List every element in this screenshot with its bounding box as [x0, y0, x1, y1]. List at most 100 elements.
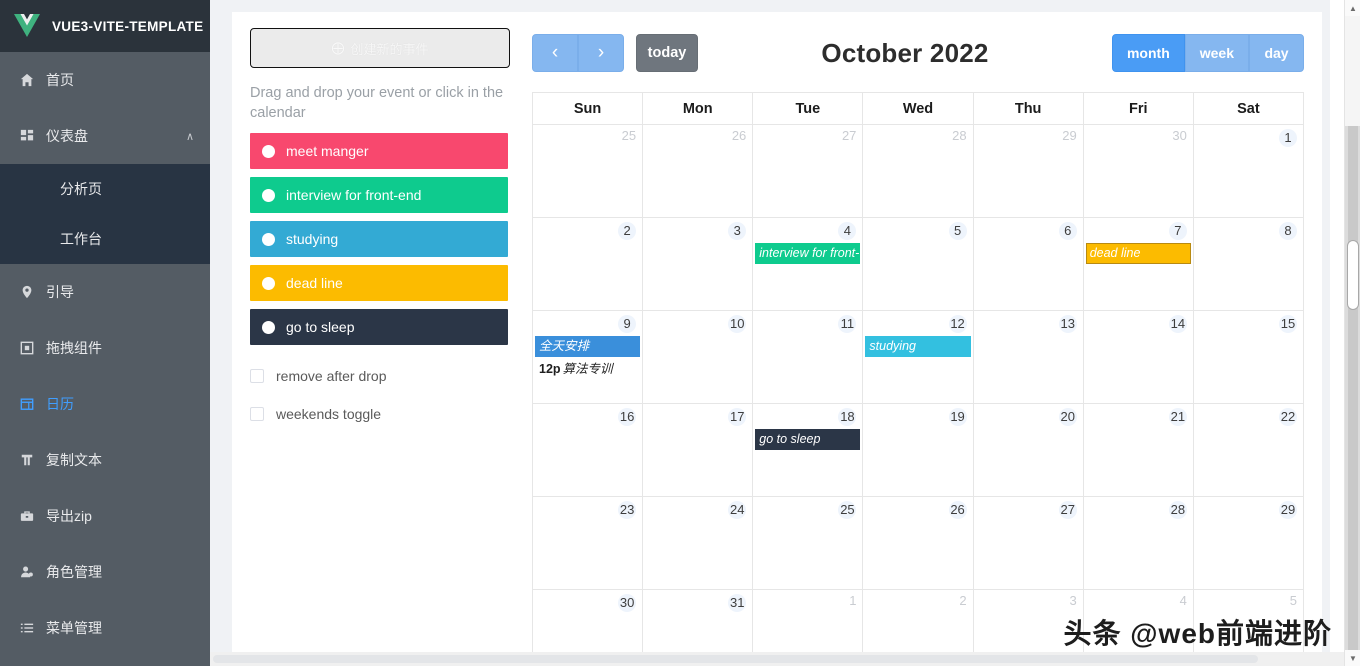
sidebar-item-copy-text[interactable]: 复制文本 [0, 432, 210, 488]
day-cell-today[interactable]: 9 全天安排 12p 算法专训 [531, 310, 644, 404]
view-day-button[interactable]: day [1249, 34, 1304, 72]
day-cell[interactable]: 27 [752, 124, 864, 218]
day-cell[interactable]: 20 [972, 403, 1084, 497]
calendar-event[interactable]: interview for front-end [755, 243, 861, 264]
day-cell[interactable]: 25 [531, 124, 644, 218]
day-cell[interactable]: 4 [1082, 589, 1194, 652]
calendar-event[interactable]: go to sleep [755, 429, 861, 450]
day-cell[interactable]: 16 [531, 403, 644, 497]
sidebar-item-dashboard[interactable]: 仪表盘 ∧ [0, 108, 210, 164]
draggable-event-interview[interactable]: interview for front-end [250, 177, 508, 214]
dashboard-icon [16, 129, 38, 143]
sidebar-item-drag-widget[interactable]: 拖拽组件 [0, 320, 210, 376]
checkbox-weekends-toggle[interactable]: weekends toggle [250, 397, 518, 431]
day-cell[interactable]: 28 [862, 124, 974, 218]
day-cell[interactable]: 2 [531, 217, 644, 311]
day-cell[interactable]: 3 [972, 589, 1084, 652]
page-scrollbar-track[interactable] [1345, 126, 1360, 650]
calendar-week-row: 16 17 18 go to sleep 19 20 21 22 [531, 403, 1305, 497]
content-scrollbar[interactable] [1330, 0, 1344, 666]
day-cell[interactable]: 14 [1082, 310, 1194, 404]
draggable-event-meet-manger[interactable]: meet manger [250, 133, 508, 170]
day-cell[interactable]: 1 [1192, 124, 1305, 218]
calendar-event[interactable]: dead line [1085, 243, 1191, 264]
view-month-button[interactable]: month [1111, 34, 1185, 72]
day-cell[interactable]: 21 [1082, 403, 1194, 497]
day-cell[interactable]: 30 [531, 589, 644, 652]
day-cell[interactable]: 29 [1192, 496, 1305, 590]
day-cell[interactable]: 25 [752, 496, 864, 590]
checkbox-remove-after-drop[interactable]: remove after drop [250, 359, 518, 393]
horizontal-scrollbar[interactable] [210, 652, 1344, 666]
sidebar-item-copy-text-label: 复制文本 [46, 452, 102, 468]
sidebar-item-export-zip[interactable]: 导出zip [0, 488, 210, 544]
prev-month-button[interactable]: ‹ [532, 34, 578, 72]
draggable-event-go-to-sleep[interactable]: go to sleep [250, 309, 508, 346]
checkbox-box-icon[interactable] [250, 407, 264, 422]
day-cell[interactable]: 27 [972, 496, 1084, 590]
day-cell[interactable]: 24 [642, 496, 754, 590]
sidebar-item-workbench-label: 工作台 [60, 231, 102, 247]
day-number: 26 [731, 128, 747, 143]
brand-logo-bar[interactable]: VUE3-VITE-TEMPLATE [0, 0, 210, 52]
calendar-event[interactable]: 全天安排 [535, 336, 641, 357]
calendar-icon [16, 397, 38, 411]
day-cell[interactable]: 26 [862, 496, 974, 590]
create-event-button[interactable]: ⨁ 创建新的事件 [250, 28, 510, 68]
day-cell[interactable]: 23 [531, 496, 644, 590]
sidebar-item-menu-manage-label: 菜单管理 [46, 620, 102, 636]
day-cell[interactable]: 10 [642, 310, 754, 404]
today-button[interactable]: today [636, 34, 698, 72]
checkbox-box-icon[interactable] [250, 369, 264, 384]
page-scrollbar-track-top[interactable] [1345, 16, 1360, 126]
page-scrollbar-thumb[interactable] [1347, 240, 1359, 310]
calendar-week-row: 2 3 4 interview for front-end 5 6 7 dead… [531, 217, 1305, 311]
day-number: 20 [1058, 408, 1077, 426]
day-cell[interactable]: 22 [1192, 403, 1305, 497]
sidebar-item-workbench[interactable]: 工作台 [0, 214, 210, 264]
day-cell[interactable]: 12 studying [862, 310, 974, 404]
day-cell[interactable]: 5 [862, 217, 974, 311]
scroll-up-arrow-icon[interactable]: ▲ [1345, 0, 1360, 16]
sidebar-item-role-manage[interactable]: 角色管理 [0, 544, 210, 600]
view-week-button[interactable]: week [1184, 34, 1249, 72]
day-cell[interactable]: 2 [862, 589, 974, 652]
day-cell[interactable]: 6 [972, 217, 1084, 311]
draggable-event-dead-line[interactable]: dead line [250, 265, 508, 302]
sidebar-item-calendar[interactable]: 日历 [0, 376, 210, 432]
calendar-event[interactable]: studying [865, 336, 971, 357]
horizontal-scrollbar-thumb[interactable] [213, 655, 1258, 663]
day-cell[interactable]: 30 [1082, 124, 1194, 218]
day-number: 5 [1289, 593, 1297, 608]
day-cell[interactable]: 31 [642, 589, 754, 652]
day-cell[interactable]: 4 interview for front-end [752, 217, 864, 311]
calendar-event-timed[interactable]: 12p 算法专训 [535, 359, 640, 380]
day-cell[interactable]: 15 [1192, 310, 1305, 404]
day-cell[interactable]: 7 dead line [1082, 217, 1194, 311]
day-cell[interactable]: 26 [642, 124, 754, 218]
page-scrollbar[interactable]: ▲ ▼ [1344, 0, 1360, 666]
calendar-week-row: 25 26 27 28 29 30 1 [531, 124, 1305, 218]
day-cell[interactable]: 28 [1082, 496, 1194, 590]
sidebar-item-analysis[interactable]: 分析页 [0, 164, 210, 214]
chevron-up-icon[interactable]: ∧ [186, 130, 194, 143]
day-number: 23 [618, 501, 637, 519]
day-cell[interactable]: 3 [642, 217, 754, 311]
day-cell[interactable]: 5 [1192, 589, 1305, 652]
day-cell[interactable]: 1 [752, 589, 864, 652]
next-month-button[interactable]: › [578, 34, 624, 72]
day-cell[interactable]: 18 go to sleep [752, 403, 864, 497]
draggable-event-studying[interactable]: studying [250, 221, 508, 258]
day-cell[interactable]: 17 [642, 403, 754, 497]
scroll-down-arrow-icon[interactable]: ▼ [1345, 650, 1360, 666]
day-cell[interactable]: 11 [752, 310, 864, 404]
day-cell[interactable]: 19 [862, 403, 974, 497]
day-cell[interactable]: 29 [972, 124, 1084, 218]
day-cell[interactable]: 13 [972, 310, 1084, 404]
draggable-event-list: meet manger interview for front-end stud… [250, 133, 518, 346]
sidebar-item-menu-manage[interactable]: 菜单管理 [0, 600, 210, 656]
day-number: 11 [753, 311, 862, 335]
day-cell[interactable]: 8 [1192, 217, 1305, 311]
sidebar-item-guide[interactable]: 引导 [0, 264, 210, 320]
sidebar-item-home[interactable]: 首页 [0, 52, 210, 108]
